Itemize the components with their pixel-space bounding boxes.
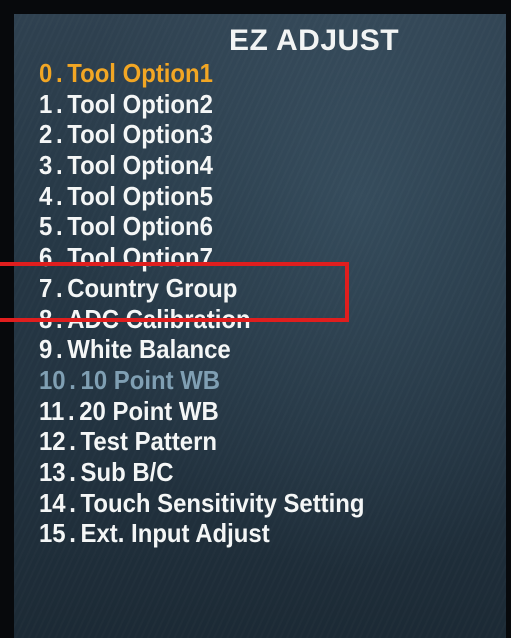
menu-item-number: 0 — [39, 58, 53, 88]
menu-item-tool-option2[interactable]: 1. Tool Option2 — [39, 89, 365, 120]
menu-item-label: Ext. Input Adjust — [80, 518, 270, 549]
menu-item-label: White Balance — [67, 334, 231, 365]
menu-item-sub-bc[interactable]: 13. Sub B/C — [39, 457, 365, 488]
menu-item-number: 1 — [39, 88, 53, 119]
menu-item-label: 20 Point WB — [79, 395, 219, 426]
menu-item-ext-input-adjust[interactable]: 15. Ext. Input Adjust — [39, 518, 365, 549]
menu-item-label: Tool Option3 — [67, 119, 213, 150]
menu-item-separator: . — [55, 211, 63, 242]
menu-item-label: Touch Sensitivity Setting — [80, 487, 365, 518]
menu-item-number: 14 — [39, 487, 66, 518]
menu-item-label: Test Pattern — [80, 426, 218, 457]
menu-item-tool-option3[interactable]: 2. Tool Option3 — [39, 119, 365, 150]
menu-item-label: Tool Option6 — [67, 211, 213, 242]
menu-item-label: Tool Option4 — [67, 150, 213, 181]
menu-item-number: 10 — [39, 364, 66, 395]
menu-item-label: Sub B/C — [80, 456, 174, 487]
menu-item-separator: . — [69, 426, 76, 457]
menu-item-number: 13 — [39, 456, 66, 487]
menu-item-label: Tool Option1 — [67, 58, 213, 88]
menu-item-separator: . — [55, 334, 63, 365]
menu-item-white-balance[interactable]: 9. White Balance — [39, 334, 365, 365]
menu-item-separator: . — [69, 487, 76, 518]
menu-item-label: Tool Option5 — [67, 180, 213, 211]
menu-item-number: 2 — [39, 119, 53, 150]
menu-item-touch-sensitivity-setting[interactable]: 14. Touch Sensitivity Setting — [39, 488, 365, 519]
menu-item-test-pattern[interactable]: 12. Test Pattern — [39, 426, 365, 457]
menu-item-label: Tool Option2 — [67, 88, 213, 119]
menu-item-10-point-wb[interactable]: 10. 10 Point WB — [39, 365, 365, 396]
menu-title: EZ ADJUST — [228, 24, 400, 57]
menu-item-tool-option6[interactable]: 5. Tool Option6 — [39, 211, 365, 242]
menu-item-label: 10 Point WB — [80, 364, 221, 395]
menu-item-tool-option5[interactable]: 4. Tool Option5 — [39, 181, 365, 212]
menu-item-separator: . — [55, 58, 63, 88]
menu-item-separator: . — [67, 395, 75, 426]
menu-item-separator: . — [69, 456, 76, 487]
menu-item-separator: . — [69, 518, 76, 549]
menu-item-number: 15 — [39, 518, 66, 549]
menu-item-number: 5 — [39, 211, 53, 242]
menu-item-separator: . — [55, 150, 63, 181]
annotation-highlight-box — [0, 262, 349, 322]
menu-item-number: 3 — [39, 150, 53, 181]
menu-item-20-point-wb[interactable]: 11. 20 Point WB — [39, 396, 365, 427]
menu-item-number: 4 — [39, 180, 53, 211]
menu-item-number: 9 — [39, 334, 53, 365]
menu-item-number: 12 — [39, 426, 66, 457]
menu-item-separator: . — [55, 180, 63, 211]
menu-item-separator: . — [55, 88, 63, 119]
menu-item-tool-option1[interactable]: 0. Tool Option1 — [39, 58, 365, 89]
tv-screen: EZ ADJUST 0. Tool Option1 1. Tool Option2 … — [14, 14, 506, 638]
menu-item-separator: . — [55, 119, 63, 150]
menu-item-separator: . — [69, 364, 76, 395]
menu-item-number: 11 — [39, 395, 65, 426]
menu-item-tool-option4[interactable]: 3. Tool Option4 — [39, 150, 365, 181]
